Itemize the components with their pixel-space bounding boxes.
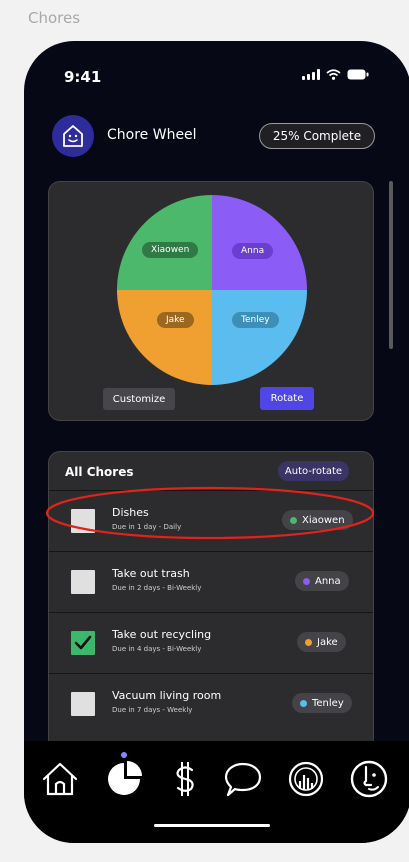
checkmark-icon: [74, 635, 92, 650]
frame-label: Chores: [28, 9, 81, 27]
assignee-name: Anna: [315, 575, 341, 587]
chore-row-trash[interactable]: Take out trash Due in 2 days - Bi-Weekly…: [49, 551, 373, 613]
assignee-name: Tenley: [312, 697, 344, 709]
wheel-slice-tenley: [212, 290, 307, 385]
assignee-badge: Jake: [297, 632, 346, 652]
highlight-annotation: [45, 486, 375, 540]
customize-button[interactable]: Customize: [103, 388, 175, 410]
pie-chart-icon[interactable]: [104, 759, 144, 799]
chore-name: Take out recycling: [112, 628, 212, 641]
wheel-slice-jake: [117, 290, 212, 385]
status-icons: [302, 69, 369, 80]
home-indicator-bar: [154, 824, 270, 827]
auto-rotate-button[interactable]: Auto-rotate: [278, 461, 349, 481]
chore-name: Vacuum living room: [112, 689, 222, 702]
chore-due: Due in 2 days - Bi-Weekly: [112, 584, 202, 592]
chore-checkbox[interactable]: [71, 570, 95, 594]
active-indicator-dot: [121, 752, 127, 758]
chore-due: Due in 4 days - Bi-Weekly: [112, 645, 202, 653]
wheel-label-xiaowen: Xiaowen: [142, 242, 199, 258]
battery-icon: [347, 69, 369, 80]
chore-checkbox[interactable]: [71, 692, 95, 716]
scrollbar-thumb[interactable]: [389, 181, 393, 349]
rotate-button[interactable]: Rotate: [260, 387, 314, 410]
chore-due: Due in 7 days - Weekly: [112, 706, 193, 714]
app-header: Chore Wheel 25% Complete: [52, 115, 375, 159]
assignee-name: Jake: [317, 636, 338, 648]
dollar-icon[interactable]: [165, 759, 205, 799]
wheel-label-jake: Jake: [157, 312, 194, 328]
assignee-dot: [303, 577, 310, 585]
wifi-icon: [326, 69, 341, 80]
bottom-nav: [24, 741, 409, 843]
home-icon[interactable]: [40, 759, 80, 799]
chat-bubble-icon[interactable]: [223, 759, 263, 799]
assignee-badge: Anna: [295, 571, 349, 591]
assignee-dot: [300, 699, 307, 707]
stats-icon[interactable]: [286, 759, 326, 799]
chore-checkbox-checked[interactable]: [71, 631, 95, 655]
assignee-dot: [305, 638, 312, 646]
wheel-label-anna: Anna: [232, 243, 274, 259]
chores-title: All Chores: [65, 465, 134, 479]
chore-row-recycling[interactable]: Take out recycling Due in 4 days - Bi-We…: [49, 612, 373, 674]
progress-badge: 25% Complete: [259, 123, 375, 149]
assignee-badge: Tenley: [292, 693, 352, 713]
app-title: Chore Wheel: [107, 127, 197, 143]
chore-row-vacuum[interactable]: Vacuum living room Due in 7 days - Weekl…: [49, 673, 373, 735]
signal-icon: [302, 69, 320, 80]
phone-frame: 9:41 Chore Wheel 25% Complete Xiaowen An…: [24, 41, 409, 843]
status-time: 9:41: [64, 68, 102, 86]
wheel-label-tenley: Tenley: [232, 312, 279, 328]
profile-face-icon[interactable]: [349, 759, 389, 799]
chore-wheel-card: Xiaowen Anna Jake Tenley Customize Rotat…: [48, 181, 374, 421]
chore-name: Take out trash: [112, 567, 190, 580]
chore-wheel[interactable]: [117, 195, 307, 385]
house-smile-icon: [52, 115, 94, 157]
